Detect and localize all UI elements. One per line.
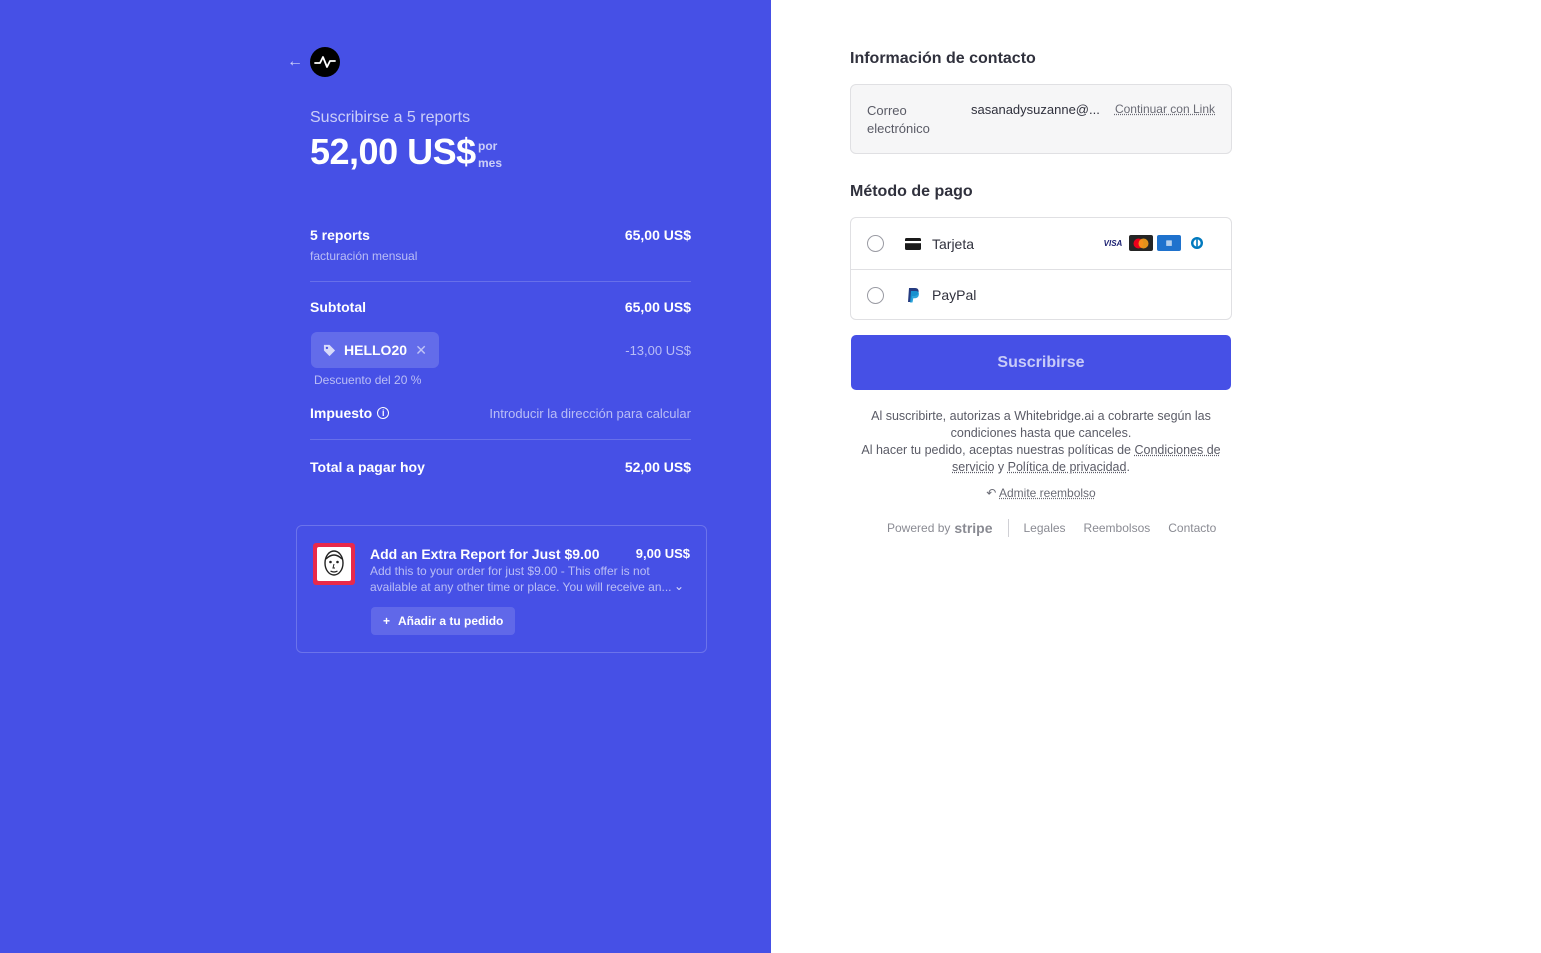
payment-method-list: Tarjeta VISA ▦ PayPal — [850, 217, 1232, 320]
add-to-order-button[interactable]: + Añadir a tu pedido — [371, 607, 516, 635]
terms-line: Al hacer tu pedido, aceptas nuestras pol… — [850, 442, 1232, 476]
payment-option-card[interactable]: Tarjeta VISA ▦ — [851, 218, 1231, 269]
upsell-price: 9,00 US$ — [635, 546, 690, 561]
terms-prefix: Al hacer tu pedido, aceptas nuestras pol… — [861, 443, 1131, 457]
tax-row: Impuesto i Introducir la dirección para … — [310, 405, 691, 421]
upsell-description: Add this to your order for just $9.00 - … — [370, 564, 672, 594]
back-arrow-icon[interactable]: ← — [287, 52, 307, 72]
add-to-order-label: Añadir a tu pedido — [398, 614, 504, 628]
card-radio[interactable] — [867, 235, 884, 252]
upsell-card: Add an Extra Report for Just $9.00 9,00 … — [296, 525, 707, 653]
and-text: y — [997, 460, 1005, 474]
legal-text: Al suscribirte, autorizas a Whitebridge.… — [850, 408, 1232, 476]
line-item: 5 reports 65,00 US$ — [310, 227, 691, 243]
subtotal-value: 65,00 US$ — [624, 299, 691, 315]
amex-icon: ▦ — [1157, 235, 1181, 251]
tax-label-group: Impuesto i — [310, 405, 390, 421]
merchant-logo — [310, 47, 340, 77]
subscribe-button[interactable]: Suscribirse — [851, 335, 1231, 390]
footer-divider — [1007, 519, 1009, 537]
subscription-price: 52,00 US$ — [310, 131, 476, 172]
total-row: Total a pagar hoy 52,00 US$ — [310, 459, 691, 475]
refund-icon: ↶ — [986, 486, 997, 500]
email-label: Correo electrónico — [867, 103, 930, 136]
footer-link-contact[interactable]: Contacto — [1168, 521, 1216, 535]
order-summary-panel: ← Suscribirse a 5 reports 52,00 US$ por … — [0, 0, 771, 953]
billing-period: por mes — [478, 138, 502, 172]
refund-link[interactable]: Admite reembolso — [999, 486, 1096, 500]
paypal-label: PayPal — [932, 287, 977, 303]
payment-heading: Método de pago — [850, 183, 973, 200]
footer-link-legal[interactable]: Legales — [1024, 521, 1066, 535]
total-value: 52,00 US$ — [624, 459, 691, 475]
stripe-logo[interactable]: stripe — [954, 520, 992, 536]
plus-icon: + — [383, 614, 391, 628]
payment-option-paypal[interactable]: PayPal — [851, 269, 1231, 320]
divider — [310, 439, 691, 440]
discount-hint: Descuento del 20 % — [314, 373, 422, 387]
upsell-title: Add an Extra Report for Just $9.00 — [370, 546, 600, 562]
mastercard-icon — [1129, 235, 1153, 251]
info-icon[interactable]: i — [377, 407, 390, 419]
card-brands: VISA ▦ — [1101, 235, 1209, 251]
card-label: Tarjeta — [932, 235, 975, 252]
contact-heading: Información de contacto — [850, 50, 1036, 67]
authorization-text: Al suscribirte, autorizas a Whitebridge.… — [871, 409, 1211, 440]
period: . — [1126, 460, 1130, 474]
contact-info-box: Correo electrónico sasanadysuzanne@... C… — [850, 84, 1232, 154]
tag-icon — [323, 344, 336, 356]
paypal-radio[interactable] — [867, 286, 884, 304]
per-label: por — [478, 139, 498, 153]
pulse-icon — [314, 56, 336, 68]
subtotal-label: Subtotal — [310, 299, 366, 315]
subtotal-row: Subtotal 65,00 US$ — [310, 299, 691, 315]
powered-by-label: Powered by — [887, 521, 951, 535]
tax-label: Impuesto — [310, 405, 373, 421]
line-item-name: 5 reports — [310, 227, 370, 243]
continue-with-link-button[interactable]: Continuar con Link — [1115, 102, 1215, 116]
refund-info: ↶ Admite reembolso — [850, 486, 1232, 500]
promo-code-chip: HELLO20 ✕ — [311, 332, 439, 368]
chevron-down-icon[interactable]: ⌄ — [674, 579, 684, 593]
period-label: mes — [478, 156, 503, 170]
divider — [310, 281, 691, 282]
face-sketch-icon — [324, 550, 344, 576]
paypal-icon — [904, 287, 921, 303]
footer-link-refunds[interactable]: Reembolsos — [1084, 521, 1151, 535]
email-field[interactable]: sasanadysuzanne@... — [971, 102, 1106, 117]
promo-code: HELLO20 — [344, 342, 408, 358]
footer: Powered by stripe Legales Reembolsos Con… — [887, 519, 1234, 537]
remove-promo-icon[interactable]: ✕ — [415, 342, 427, 359]
card-icon — [904, 237, 921, 250]
diners-icon — [1185, 235, 1209, 251]
line-item-price: 65,00 US$ — [624, 227, 691, 243]
total-label: Total a pagar hoy — [310, 459, 425, 475]
subscription-label: Suscribirse a 5 reports — [310, 109, 471, 126]
line-item-billing: facturación mensual — [310, 249, 418, 263]
visa-icon: VISA — [1101, 235, 1125, 251]
privacy-policy-link[interactable]: Política de privacidad — [1008, 460, 1127, 474]
discount-value: -13,00 US$ — [625, 343, 691, 358]
upsell-image — [313, 543, 355, 585]
tax-value: Introducir la dirección para calcular — [489, 405, 691, 421]
